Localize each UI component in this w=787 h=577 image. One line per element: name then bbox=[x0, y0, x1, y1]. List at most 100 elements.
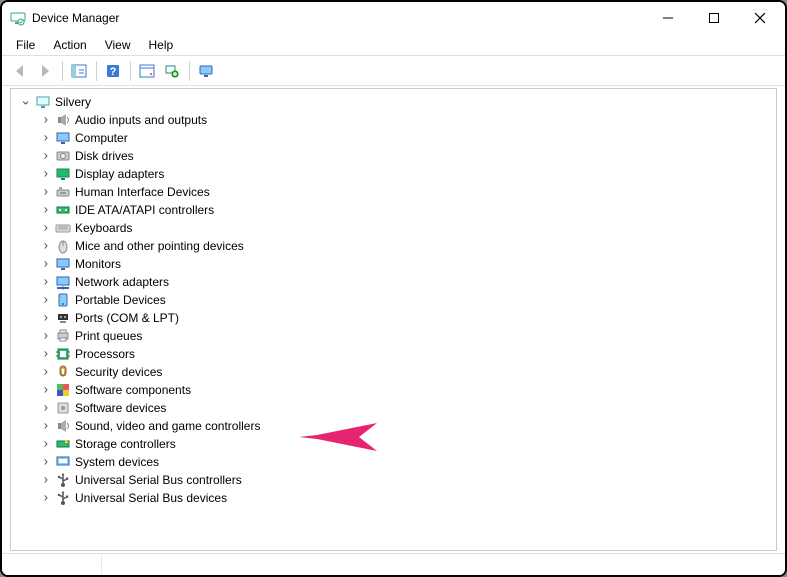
category-node[interactable]: Processors bbox=[39, 345, 768, 363]
expander-icon[interactable] bbox=[39, 167, 53, 181]
expander-icon[interactable] bbox=[39, 383, 53, 397]
category-node[interactable]: Storage controllers bbox=[39, 435, 768, 453]
maximize-button[interactable] bbox=[691, 3, 737, 33]
category-label: Sound, video and game controllers bbox=[75, 419, 260, 433]
expander-icon[interactable] bbox=[39, 293, 53, 307]
hid-icon bbox=[55, 184, 71, 200]
softdev-icon bbox=[55, 400, 71, 416]
category-node[interactable]: Disk drives bbox=[39, 147, 768, 165]
titlebar: Device Manager bbox=[2, 2, 785, 34]
category-node[interactable]: Computer bbox=[39, 129, 768, 147]
category-node[interactable]: Print queues bbox=[39, 327, 768, 345]
category-label: Mice and other pointing devices bbox=[75, 239, 244, 253]
system-icon bbox=[55, 454, 71, 470]
category-label: Processors bbox=[75, 347, 135, 361]
category-label: System devices bbox=[75, 455, 159, 469]
usb-icon bbox=[55, 472, 71, 488]
category-node[interactable]: Sound, video and game controllers bbox=[39, 417, 768, 435]
expander-icon[interactable] bbox=[39, 365, 53, 379]
window-title: Device Manager bbox=[32, 11, 119, 25]
category-label: Universal Serial Bus devices bbox=[75, 491, 227, 505]
expander-icon[interactable] bbox=[39, 455, 53, 469]
category-label: Print queues bbox=[75, 329, 142, 343]
expander-icon[interactable] bbox=[19, 95, 33, 109]
category-label: Ports (COM & LPT) bbox=[75, 311, 179, 325]
minimize-button[interactable] bbox=[645, 3, 691, 33]
category-node[interactable]: Mice and other pointing devices bbox=[39, 237, 768, 255]
category-node[interactable]: Portable Devices bbox=[39, 291, 768, 309]
network-icon bbox=[55, 274, 71, 290]
expander-icon[interactable] bbox=[39, 203, 53, 217]
tree-view[interactable]: Silvery Audio inputs and outputs Computer… bbox=[10, 88, 777, 551]
category-node[interactable]: Ports (COM & LPT) bbox=[39, 309, 768, 327]
category-label: Storage controllers bbox=[75, 437, 176, 451]
category-label: Security devices bbox=[75, 365, 162, 379]
expander-icon[interactable] bbox=[39, 347, 53, 361]
storage-icon bbox=[55, 436, 71, 452]
menubar: File Action View Help bbox=[2, 34, 785, 56]
category-label: Software devices bbox=[75, 401, 166, 415]
speaker-icon bbox=[55, 112, 71, 128]
disk-icon bbox=[55, 148, 71, 164]
close-button[interactable] bbox=[737, 3, 783, 33]
category-node[interactable]: System devices bbox=[39, 453, 768, 471]
menu-help[interactable]: Help bbox=[141, 36, 182, 54]
expander-icon[interactable] bbox=[39, 221, 53, 235]
device-manager-window: Device Manager File Action View Help ? S… bbox=[0, 0, 787, 577]
category-label: IDE ATA/ATAPI controllers bbox=[75, 203, 214, 217]
category-node[interactable]: Display adapters bbox=[39, 165, 768, 183]
category-node[interactable]: Universal Serial Bus devices bbox=[39, 489, 768, 507]
security-icon bbox=[55, 364, 71, 380]
category-label: Universal Serial Bus controllers bbox=[75, 473, 242, 487]
menu-action[interactable]: Action bbox=[45, 36, 94, 54]
expander-icon[interactable] bbox=[39, 329, 53, 343]
forward-button[interactable] bbox=[33, 59, 57, 83]
app-icon bbox=[10, 10, 26, 26]
expander-icon[interactable] bbox=[39, 437, 53, 451]
category-node[interactable]: Keyboards bbox=[39, 219, 768, 237]
category-node[interactable]: Universal Serial Bus controllers bbox=[39, 471, 768, 489]
window-controls bbox=[645, 3, 783, 33]
category-node[interactable]: Network adapters bbox=[39, 273, 768, 291]
properties-button[interactable] bbox=[135, 59, 159, 83]
category-label: Software components bbox=[75, 383, 191, 397]
help-button[interactable]: ? bbox=[101, 59, 125, 83]
category-label: Display adapters bbox=[75, 167, 164, 181]
category-node[interactable]: Monitors bbox=[39, 255, 768, 273]
menu-view[interactable]: View bbox=[97, 36, 139, 54]
category-node[interactable]: IDE ATA/ATAPI controllers bbox=[39, 201, 768, 219]
expander-icon[interactable] bbox=[39, 239, 53, 253]
scan-hardware-button[interactable] bbox=[160, 59, 184, 83]
category-node[interactable]: Audio inputs and outputs bbox=[39, 111, 768, 129]
category-node[interactable]: Software components bbox=[39, 381, 768, 399]
category-label: Audio inputs and outputs bbox=[75, 113, 207, 127]
category-label: Keyboards bbox=[75, 221, 132, 235]
expander-icon[interactable] bbox=[39, 257, 53, 271]
monitor-icon bbox=[55, 256, 71, 272]
expander-icon[interactable] bbox=[39, 113, 53, 127]
category-node[interactable]: Software devices bbox=[39, 399, 768, 417]
expander-icon[interactable] bbox=[39, 275, 53, 289]
expander-icon[interactable] bbox=[39, 473, 53, 487]
root-node[interactable]: Silvery bbox=[19, 93, 768, 111]
expander-icon[interactable] bbox=[39, 185, 53, 199]
back-button[interactable] bbox=[8, 59, 32, 83]
display-icon bbox=[55, 166, 71, 182]
mouse-icon bbox=[55, 238, 71, 254]
expander-icon[interactable] bbox=[39, 311, 53, 325]
expander-icon[interactable] bbox=[39, 401, 53, 415]
usb-icon bbox=[55, 490, 71, 506]
expander-icon[interactable] bbox=[39, 131, 53, 145]
show-hide-tree-button[interactable] bbox=[67, 59, 91, 83]
category-node[interactable]: Human Interface Devices bbox=[39, 183, 768, 201]
category-node[interactable]: Security devices bbox=[39, 363, 768, 381]
ports-icon bbox=[55, 310, 71, 326]
menu-file[interactable]: File bbox=[8, 36, 43, 54]
root-label: Silvery bbox=[55, 95, 91, 109]
category-label: Disk drives bbox=[75, 149, 134, 163]
expander-icon[interactable] bbox=[39, 491, 53, 505]
monitor-button[interactable] bbox=[194, 59, 218, 83]
expander-icon[interactable] bbox=[39, 419, 53, 433]
expander-icon[interactable] bbox=[39, 149, 53, 163]
ide-icon bbox=[55, 202, 71, 218]
